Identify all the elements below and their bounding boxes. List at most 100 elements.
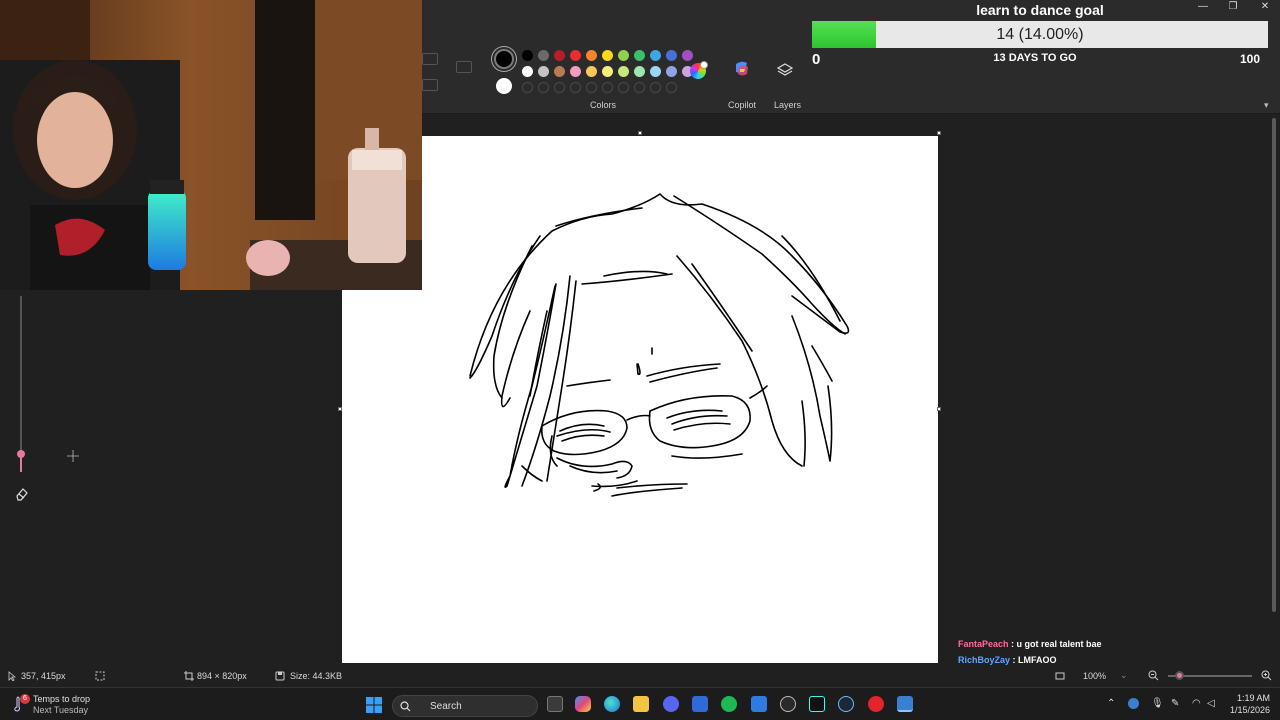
- color-wheel-icon[interactable]: [690, 61, 708, 79]
- brush-size-slider-knob[interactable]: [17, 450, 25, 458]
- palette-color-swatch[interactable]: [586, 50, 597, 61]
- file-size: Size: 44.3KB: [290, 671, 343, 681]
- pointer-icon: [8, 671, 16, 681]
- palette-color-swatch[interactable]: [538, 66, 549, 77]
- layers-label: Layers: [774, 100, 802, 110]
- copilot-taskbar-icon[interactable]: [575, 696, 591, 712]
- chat-message-text: : LMFAOO: [1010, 655, 1057, 665]
- zoom-dropdown-chevron-icon[interactable]: ⌄: [1120, 670, 1128, 681]
- spotify-icon[interactable]: [721, 696, 737, 712]
- palette-color-swatch[interactable]: [602, 66, 613, 77]
- pen-icon[interactable]: ✎: [1171, 698, 1179, 709]
- palette-color-swatch[interactable]: [522, 66, 533, 77]
- palette-color-swatch[interactable]: [682, 50, 693, 61]
- palette-color-swatch[interactable]: [570, 66, 581, 77]
- goal-days-left: 13 DAYS TO GO: [993, 52, 1077, 64]
- chat-message: FantaPeach : u got real talent bae: [958, 639, 1102, 649]
- copilot-icon[interactable]: [733, 60, 751, 78]
- palette-color-swatch[interactable]: [586, 66, 597, 77]
- file-explorer-icon[interactable]: [633, 696, 649, 712]
- palette-color-swatch[interactable]: [554, 66, 565, 77]
- weather-subtitle: Next Tuesday: [33, 705, 89, 715]
- chat-username[interactable]: RichBoyZay: [958, 655, 1010, 665]
- custom-color-slot[interactable]: [602, 82, 613, 93]
- resize-handle-right[interactable]: [937, 407, 941, 411]
- goal-count: 14 (14.00%): [996, 26, 1084, 43]
- chatgpt-icon[interactable]: [780, 696, 796, 712]
- layers-icon[interactable]: [777, 62, 793, 78]
- custom-color-slot[interactable]: [570, 82, 581, 93]
- brush-tool-icon[interactable]: [422, 53, 438, 65]
- text-tool-icon[interactable]: [422, 79, 438, 91]
- brush-size-slider[interactable]: [20, 296, 22, 472]
- opera-gx-icon[interactable]: [868, 696, 884, 712]
- palette-color-swatch[interactable]: [570, 50, 581, 61]
- microsoft-store-icon[interactable]: [692, 696, 708, 712]
- shape-tool-icon[interactable]: [456, 61, 472, 73]
- custom-color-slot[interactable]: [586, 82, 597, 93]
- wifi-icon[interactable]: ◠: [1192, 698, 1201, 709]
- resize-handle-top[interactable]: [638, 131, 642, 135]
- palette-color-swatch[interactable]: [618, 50, 629, 61]
- chat-message: RichBoyZay : LMFAOO: [958, 655, 1057, 665]
- palette-color-swatch[interactable]: [650, 66, 661, 77]
- steam-icon[interactable]: [838, 696, 854, 712]
- custom-color-slot[interactable]: [618, 82, 629, 93]
- custom-color-slot[interactable]: [538, 82, 549, 93]
- custom-color-slot[interactable]: [554, 82, 565, 93]
- resize-handle-left[interactable]: [338, 407, 342, 411]
- eraser-icon[interactable]: [14, 487, 29, 501]
- secondary-color-swatch[interactable]: [496, 78, 512, 94]
- custom-color-slot[interactable]: [522, 82, 533, 93]
- custom-color-slot[interactable]: [650, 82, 661, 93]
- custom-color-slot[interactable]: [666, 82, 677, 93]
- palette-color-swatch[interactable]: [666, 66, 677, 77]
- zoom-out-icon[interactable]: [1148, 670, 1159, 681]
- chat-username[interactable]: FantaPeach: [958, 639, 1009, 649]
- palette-color-swatch[interactable]: [538, 50, 549, 61]
- primary-color-swatch[interactable]: [494, 49, 514, 69]
- vertical-scrollbar[interactable]: [1272, 118, 1276, 612]
- drawing-canvas[interactable]: [342, 136, 938, 663]
- clock-date[interactable]: 1/15/2026: [1220, 705, 1270, 715]
- palette-color-swatch[interactable]: [602, 50, 613, 61]
- microphone-icon[interactable]: 🎙: [1151, 698, 1164, 709]
- search-icon: [400, 701, 411, 712]
- goal-max: 100: [1240, 52, 1261, 66]
- canvas-size: 894 × 820px: [197, 671, 247, 681]
- palette-color-swatch[interactable]: [666, 50, 677, 61]
- palette-color-swatch[interactable]: [522, 50, 533, 61]
- windows-taskbar: 6 Temps to drop Next Tuesday Search ⌃ 🎙 …: [0, 687, 1280, 720]
- palette-color-swatch[interactable]: [634, 50, 645, 61]
- ribbon-collapse-chevron-icon[interactable]: ▾: [1264, 100, 1269, 111]
- zoom-level[interactable]: 100%: [1083, 671, 1106, 681]
- palette-color-swatch[interactable]: [634, 66, 645, 77]
- palette-color-swatch[interactable]: [650, 50, 661, 61]
- zoom-slider-knob[interactable]: [1175, 671, 1184, 680]
- clock-time[interactable]: 1:19 AM: [1226, 693, 1270, 703]
- show-hidden-icons-chevron-icon[interactable]: ⌃: [1107, 698, 1115, 709]
- discord-icon[interactable]: [663, 696, 679, 712]
- weather-title[interactable]: Temps to drop: [33, 694, 90, 704]
- task-view-icon[interactable]: [547, 696, 563, 712]
- goal-progress-bar: 14 (14.00%): [812, 21, 1268, 48]
- sketch-drawing: [469, 193, 850, 497]
- weather-widget-icon[interactable]: 6: [10, 694, 30, 713]
- palette-color-swatch[interactable]: [554, 50, 565, 61]
- tray-app-icon[interactable]: [1128, 698, 1139, 709]
- edge-icon[interactable]: [604, 696, 620, 712]
- zoom-in-icon[interactable]: [1261, 670, 1272, 681]
- palette-color-swatch[interactable]: [618, 66, 629, 77]
- colors-label: Colors: [590, 100, 617, 110]
- custom-color-slot[interactable]: [634, 82, 645, 93]
- cursor-position: 357, 415px: [21, 671, 66, 681]
- fit-to-window-icon[interactable]: [1055, 671, 1065, 681]
- resize-handle-top-right[interactable]: [937, 131, 941, 135]
- paint-taskbar-icon[interactable]: [897, 696, 913, 712]
- mail-icon[interactable]: [751, 696, 767, 712]
- volume-icon[interactable]: ◁: [1207, 698, 1215, 709]
- windows-start-icon[interactable]: [366, 697, 382, 713]
- taskbar-search-box[interactable]: Search: [392, 695, 538, 717]
- goal-title: learn to dance goal: [976, 2, 1104, 18]
- tiktok-icon[interactable]: [809, 696, 825, 712]
